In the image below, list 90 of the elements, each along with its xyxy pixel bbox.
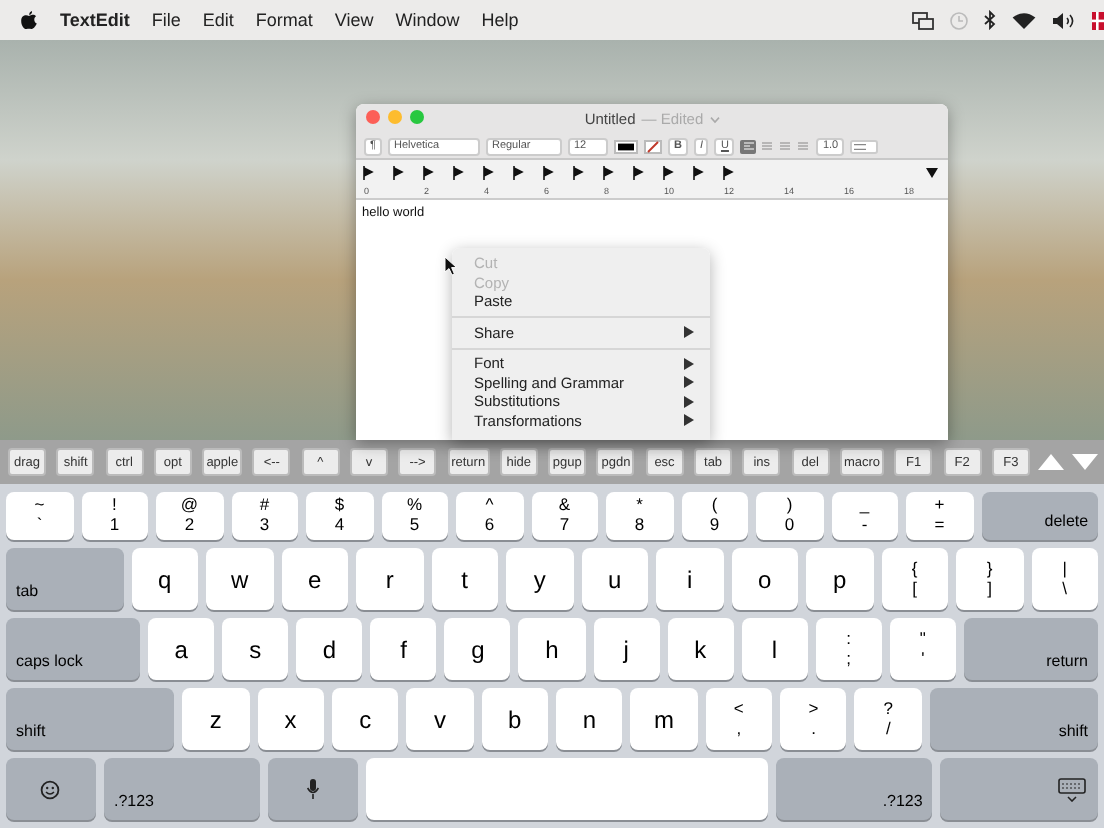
menu-item[interactable]: Format: [255, 10, 313, 30]
hide-keyboard-key[interactable]: [940, 758, 1099, 820]
letter-key[interactable]: x: [257, 688, 324, 750]
symbol-key[interactable]: ? /: [854, 688, 922, 750]
highlight-color-icon[interactable]: [643, 139, 662, 153]
symbol-key[interactable]: % 5: [381, 492, 448, 540]
letter-key[interactable]: v: [406, 688, 474, 750]
letter-key[interactable]: j: [593, 618, 660, 680]
function-key[interactable]: shift: [929, 688, 1099, 750]
mouse-pointer-icon: [444, 256, 458, 276]
align-lines-icon: [743, 142, 754, 150]
symbol-key[interactable]: ! 1: [81, 492, 148, 540]
menu-item[interactable]: Help: [481, 10, 519, 30]
emoji-key[interactable]: [6, 758, 96, 820]
letter-key[interactable]: q: [131, 548, 199, 610]
symbol-key[interactable]: | \: [1031, 548, 1099, 610]
symbol-key[interactable]: } ]: [956, 548, 1024, 610]
alignment-button[interactable]: [758, 139, 775, 153]
align-lines-icon: [779, 142, 790, 150]
function-key[interactable]: .?123: [103, 758, 261, 820]
letter-key[interactable]: o: [731, 548, 799, 610]
symbol-key[interactable]: @ 2: [156, 492, 223, 540]
letter-key[interactable]: s: [222, 618, 289, 680]
letter-key[interactable]: h: [518, 618, 586, 680]
letter-key[interactable]: c: [331, 688, 399, 750]
caret-icon[interactable]: [709, 115, 720, 123]
symbol-key[interactable]: $ 4: [306, 492, 373, 540]
function-key[interactable]: return: [963, 618, 1098, 680]
symbol-key[interactable]: * 8: [606, 492, 673, 540]
dictation-key[interactable]: [268, 758, 359, 820]
symbol-key[interactable]: & 7: [531, 492, 598, 540]
letter-key[interactable]: d: [296, 618, 363, 680]
alignment-button[interactable]: [776, 139, 793, 153]
symbol-key[interactable]: ) 0: [756, 492, 823, 540]
symbol-key[interactable]: ~ `: [6, 492, 73, 540]
function-key[interactable]: shift: [6, 688, 175, 750]
letter-key[interactable]: y: [506, 548, 574, 610]
letter-key[interactable]: m: [630, 688, 698, 750]
symbol-key[interactable]: < ,: [705, 688, 773, 750]
letter-key[interactable]: u: [581, 548, 649, 610]
letter-key[interactable]: r: [356, 548, 424, 610]
letter-key[interactable]: i: [656, 548, 724, 610]
flag-icon[interactable]: [1092, 11, 1104, 29]
menu-item[interactable]: Edit: [202, 10, 234, 30]
screen-mirroring-icon[interactable]: [912, 11, 934, 29]
symbol-key[interactable]: # 3: [231, 492, 298, 540]
volume-icon[interactable]: [1052, 11, 1076, 29]
letter-key[interactable]: g: [444, 618, 511, 680]
letter-key[interactable]: n: [556, 688, 623, 750]
microphone-icon: [306, 778, 321, 800]
function-key[interactable]: tab: [6, 548, 124, 610]
menu-item[interactable]: File: [151, 10, 181, 30]
app-menu[interactable]: TextEdit: [60, 10, 130, 30]
down-arrow-icon[interactable]: [1072, 454, 1098, 470]
function-key[interactable]: caps lock: [6, 618, 141, 680]
smiley-icon: [40, 779, 61, 799]
letter-key[interactable]: e: [281, 548, 349, 610]
list-bullets-icon[interactable]: [850, 139, 879, 153]
letter-key[interactable]: k: [667, 618, 734, 680]
text-color-well-icon[interactable]: [613, 139, 638, 153]
align-lines-icon: [761, 142, 772, 150]
symbol-key[interactable]: { [: [881, 548, 949, 610]
wifi-icon[interactable]: [1012, 11, 1036, 29]
apple-logo-icon[interactable]: [20, 10, 38, 30]
letter-key[interactable]: w: [206, 548, 274, 610]
symbol-key[interactable]: ^ 6: [456, 492, 523, 540]
clock-icon[interactable]: [950, 11, 968, 29]
menu-item[interactable]: Window: [395, 10, 460, 30]
alignment-button[interactable]: [794, 139, 811, 153]
symbol-key[interactable]: _ -: [831, 492, 898, 540]
function-key[interactable]: delete: [981, 492, 1099, 540]
symbol-key[interactable]: > .: [780, 688, 847, 750]
symbol-key[interactable]: ( 9: [681, 492, 748, 540]
letter-key[interactable]: l: [741, 618, 808, 680]
tab-stops-drawing[interactable]: [360, 166, 940, 182]
bluetooth-icon[interactable]: [984, 10, 996, 30]
up-arrow-icon[interactable]: [1038, 454, 1064, 470]
letter-key[interactable]: f: [370, 618, 437, 680]
symbol-key[interactable]: + =: [906, 492, 973, 540]
menu-item[interactable]: View: [334, 10, 374, 30]
letter-key[interactable]: p: [806, 548, 874, 610]
align-lines-icon: [797, 142, 808, 150]
symbol-key[interactable]: " ': [889, 618, 956, 680]
keyboard-icon: [1058, 777, 1087, 801]
letter-key[interactable]: t: [431, 548, 499, 610]
letter-key[interactable]: a: [148, 618, 215, 680]
letter-key[interactable]: b: [481, 688, 549, 750]
symbol-key[interactable]: : ;: [815, 618, 882, 680]
letter-key[interactable]: z: [182, 688, 250, 750]
function-key[interactable]: .?123: [776, 758, 933, 820]
